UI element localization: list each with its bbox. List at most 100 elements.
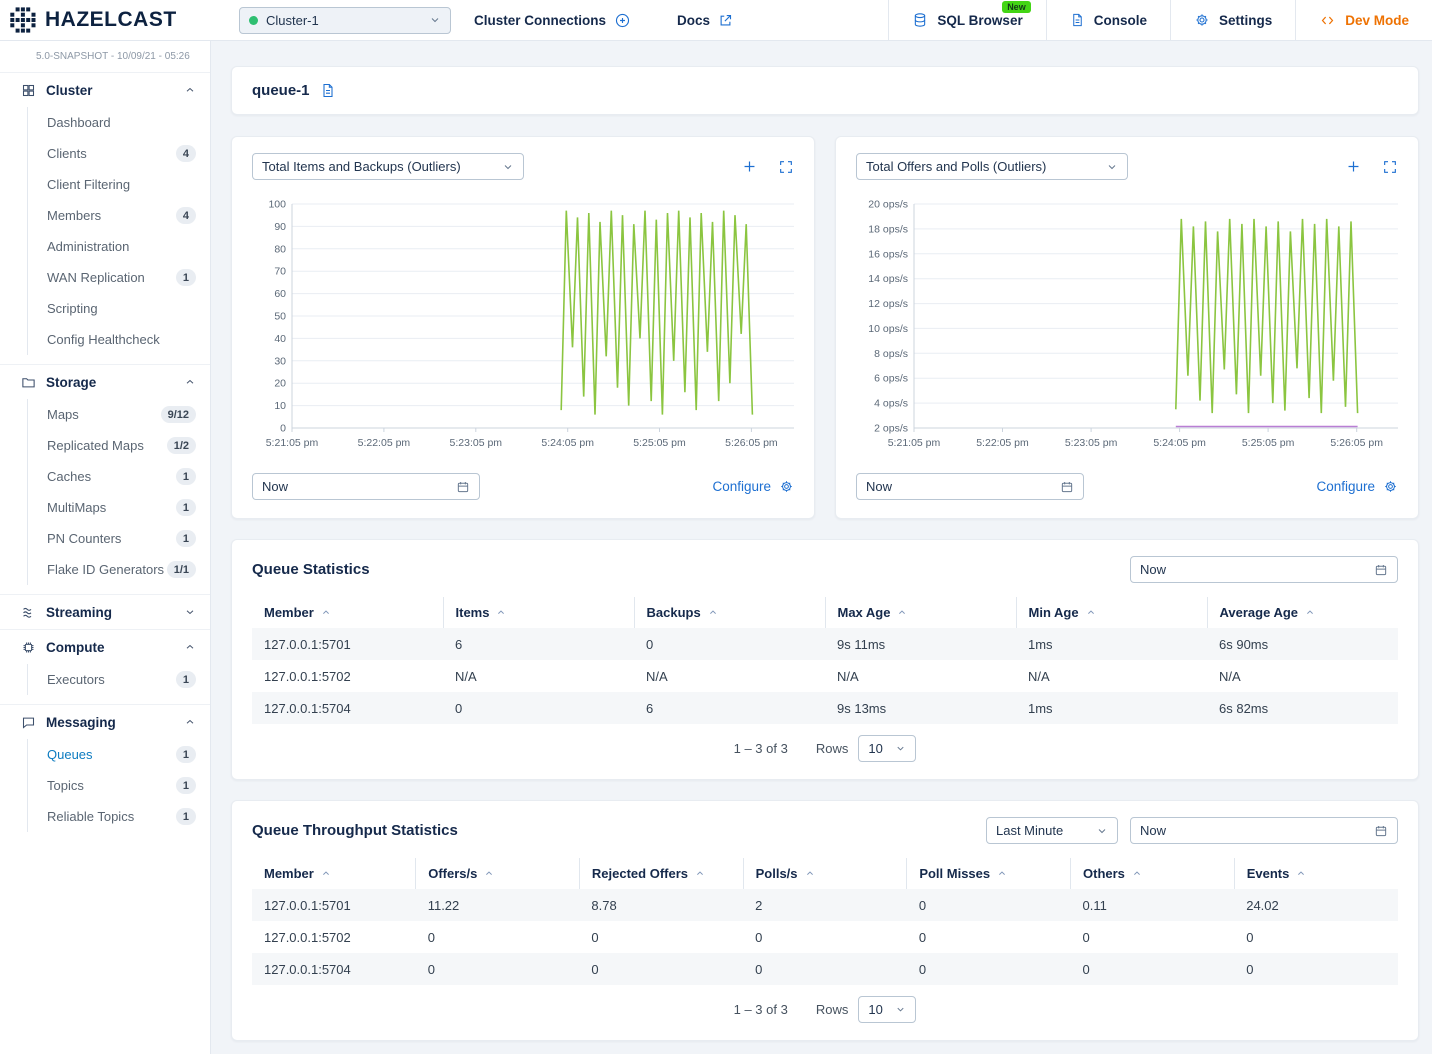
table-row[interactable]: 127.0.0.1:5702N/AN/AN/AN/AN/A	[252, 660, 1398, 692]
sidebar-section-storage: StorageMaps9/12Replicated Maps1/2Caches1…	[0, 364, 210, 585]
sidebar-item-pn-counters[interactable]: PN Counters1	[28, 523, 210, 554]
sidebar-section-header-messaging[interactable]: Messaging	[0, 705, 210, 739]
rows-label: Rows	[816, 741, 849, 756]
column-header-average-age[interactable]: Average Age	[1207, 597, 1398, 628]
chevron-up-icon	[184, 376, 196, 388]
dev-mode-button[interactable]: Dev Mode	[1295, 0, 1432, 40]
sidebar-item-multimaps[interactable]: MultiMaps1	[28, 492, 210, 523]
chart-time-input[interactable]: Now	[856, 473, 1084, 500]
console-button[interactable]: Console	[1046, 0, 1170, 40]
column-header-member[interactable]: Member	[252, 858, 416, 889]
table-cell: 127.0.0.1:5704	[252, 692, 443, 724]
pagination: 1 – 3 of 3 Rows 10	[252, 724, 1398, 771]
cluster-selector[interactable]: Cluster-1	[239, 7, 451, 34]
sidebar-item-wan-replication[interactable]: WAN Replication1	[28, 262, 210, 293]
chevron-up-icon	[184, 641, 196, 653]
svg-text:60: 60	[274, 288, 286, 300]
page-size-select[interactable]: 10	[858, 735, 916, 762]
page-size-select[interactable]: 10	[858, 996, 916, 1023]
sidebar-item-executors[interactable]: Executors1	[28, 664, 210, 695]
chart-metric-select[interactable]: Total Offers and Polls (Outliers)	[856, 153, 1128, 180]
sidebar-item-maps[interactable]: Maps9/12	[28, 399, 210, 430]
add-chart-icon[interactable]	[1345, 158, 1362, 175]
column-header-items[interactable]: Items	[443, 597, 634, 628]
chevron-down-icon	[1096, 825, 1108, 837]
sidebar-item-client-filtering[interactable]: Client Filtering	[28, 169, 210, 200]
section-label: Compute	[46, 640, 105, 655]
fullscreen-icon[interactable]	[778, 159, 794, 175]
svg-text:5:24:05 pm: 5:24:05 pm	[1153, 437, 1206, 449]
document-icon[interactable]	[320, 82, 336, 99]
column-header-poll-misses[interactable]: Poll Misses	[907, 858, 1071, 889]
sort-ascending-icon	[321, 869, 331, 878]
sidebar-section-header-compute[interactable]: Compute	[0, 630, 210, 664]
column-header-events[interactable]: Events	[1234, 858, 1398, 889]
column-header-member[interactable]: Member	[252, 597, 443, 628]
sidebar-item-topics[interactable]: Topics1	[28, 770, 210, 801]
sort-ascending-icon	[1086, 608, 1096, 617]
sql-browser-button[interactable]: New SQL Browser	[888, 0, 1045, 40]
sort-ascending-icon	[496, 608, 506, 617]
svg-text:80: 80	[274, 243, 286, 255]
column-header-polls-s[interactable]: Polls/s	[743, 858, 907, 889]
svg-text:20: 20	[274, 378, 286, 390]
column-header-backups[interactable]: Backups	[634, 597, 825, 628]
table-row[interactable]: 127.0.0.1:5701609s 11ms1ms6s 90ms	[252, 628, 1398, 660]
table-cell: 0	[416, 953, 580, 985]
brand[interactable]: HAZELCAST	[0, 0, 215, 40]
sidebar-section-header-cluster[interactable]: Cluster	[0, 73, 210, 107]
cluster-connections-link[interactable]: Cluster Connections	[451, 0, 654, 40]
sidebar-items: DashboardClients4Client FilteringMembers…	[27, 107, 210, 355]
configure-chart-link[interactable]: Configure	[712, 479, 794, 494]
column-header-rejected-offers[interactable]: Rejected Offers	[579, 858, 743, 889]
sidebar-section-header-storage[interactable]: Storage	[0, 365, 210, 399]
chart-time-input[interactable]: Now	[252, 473, 480, 500]
sidebar-item-dashboard[interactable]: Dashboard	[28, 107, 210, 138]
stats-time-input[interactable]: Now	[1130, 817, 1398, 844]
table-row[interactable]: 127.0.0.1:570111.228.78200.1124.02	[252, 889, 1398, 921]
stats-time-input[interactable]: Now	[1130, 556, 1398, 583]
column-header-offers-s[interactable]: Offers/s	[416, 858, 580, 889]
sidebar-section-header-streaming[interactable]: Streaming	[0, 595, 210, 629]
sidebar-item-replicated-maps[interactable]: Replicated Maps1/2	[28, 430, 210, 461]
sidebar-item-flake-id-generators[interactable]: Flake ID Generators1/1	[28, 554, 210, 585]
sidebar-item-clients[interactable]: Clients4	[28, 138, 210, 169]
settings-button[interactable]: Settings	[1170, 0, 1295, 40]
sidebar-item-reliable-topics[interactable]: Reliable Topics1	[28, 801, 210, 832]
add-chart-icon[interactable]	[741, 158, 758, 175]
docs-link[interactable]: Docs	[654, 0, 756, 40]
column-header-max-age[interactable]: Max Age	[825, 597, 1016, 628]
column-header-min-age[interactable]: Min Age	[1016, 597, 1207, 628]
table-row[interactable]: 127.0.0.1:5704000000	[252, 953, 1398, 985]
table-cell: 0	[416, 921, 580, 953]
sidebar-item-administration[interactable]: Administration	[28, 231, 210, 262]
item-label: Executors	[47, 672, 105, 687]
sidebar-item-scripting[interactable]: Scripting	[28, 293, 210, 324]
table-cell: 6s 82ms	[1207, 692, 1398, 724]
sidebar-item-queues[interactable]: Queues1	[28, 739, 210, 770]
table-row[interactable]: 127.0.0.1:5704069s 13ms1ms6s 82ms	[252, 692, 1398, 724]
sidebar-item-caches[interactable]: Caches1	[28, 461, 210, 492]
svg-text:5:22:05 pm: 5:22:05 pm	[358, 437, 411, 449]
chevron-up-icon	[184, 716, 196, 728]
table-cell: 1ms	[1016, 628, 1207, 660]
chevron-up-icon	[184, 84, 196, 96]
period-select[interactable]: Last Minute	[986, 817, 1118, 844]
plus-circle-icon	[614, 12, 631, 29]
table-cell: 127.0.0.1:5704	[252, 953, 416, 985]
sidebar-items: Queues1Topics1Reliable Topics1	[27, 739, 210, 832]
configure-chart-link[interactable]: Configure	[1316, 479, 1398, 494]
queue-throughput-table: MemberOffers/sRejected OffersPolls/sPoll…	[252, 858, 1398, 985]
table-cell: 127.0.0.1:5702	[252, 660, 443, 692]
svg-text:5:22:05 pm: 5:22:05 pm	[976, 437, 1029, 449]
chart-metric-select[interactable]: Total Items and Backups (Outliers)	[252, 153, 524, 180]
column-header-others[interactable]: Others	[1071, 858, 1235, 889]
table-row[interactable]: 127.0.0.1:5702000000	[252, 921, 1398, 953]
table-cell: 6	[634, 692, 825, 724]
sidebar-item-members[interactable]: Members4	[28, 200, 210, 231]
table-cell: 0	[907, 921, 1071, 953]
fullscreen-icon[interactable]	[1382, 159, 1398, 175]
svg-text:5:26:05 pm: 5:26:05 pm	[1330, 437, 1383, 449]
page-title: queue-1	[252, 82, 310, 99]
sidebar-item-config-healthcheck[interactable]: Config Healthcheck	[28, 324, 210, 355]
